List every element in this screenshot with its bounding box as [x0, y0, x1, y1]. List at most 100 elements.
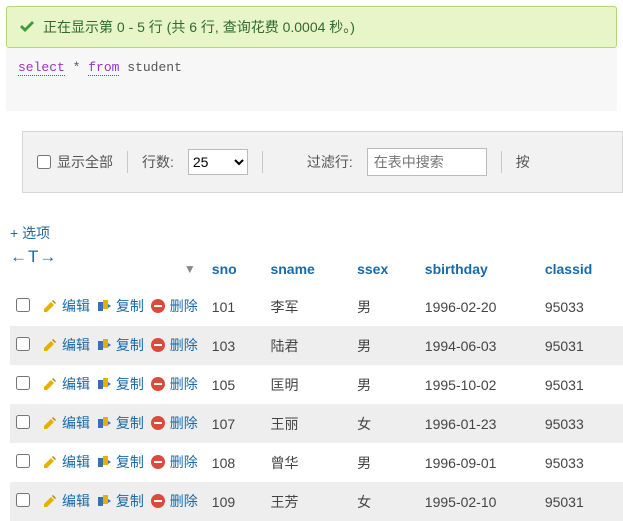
pencil-icon	[42, 415, 58, 431]
cell-sbirthday: 1996-02-20	[419, 287, 539, 326]
pencil-icon	[42, 376, 58, 392]
row-checkbox[interactable]	[16, 493, 30, 507]
row-checkbox[interactable]	[16, 454, 30, 468]
copy-label: 复制	[116, 413, 144, 433]
col-classid[interactable]: classid	[539, 253, 623, 287]
table-row: 编辑 复制 删除105匡明男1995-10-0295031	[10, 365, 623, 404]
col-sno[interactable]: sno	[206, 253, 265, 287]
show-all-control[interactable]: 显示全部	[37, 152, 113, 172]
cell-classid: 95033	[539, 443, 623, 482]
delete-label: 删除	[170, 296, 198, 316]
header-actions: ▼	[36, 253, 206, 287]
copy-button[interactable]: 复制	[96, 491, 144, 511]
toolbar: 显示全部 行数: 25 过滤行: 按	[22, 131, 623, 193]
toolbar-sep-2	[262, 151, 263, 173]
rows-select[interactable]: 25	[188, 149, 248, 175]
sort-icon[interactable]: ▼	[184, 262, 196, 276]
table-row: 编辑 复制 删除107王丽女1996-01-2395033	[10, 404, 623, 443]
show-all-checkbox[interactable]	[37, 155, 51, 169]
cell-sname: 王芳	[264, 482, 351, 521]
sql-keyword-from: from	[88, 60, 119, 76]
sql-keyword-select: select	[18, 60, 65, 76]
edit-label: 编辑	[62, 413, 90, 433]
edit-button[interactable]: 编辑	[42, 296, 90, 316]
copy-icon	[96, 376, 112, 392]
cell-sbirthday: 1995-02-10	[419, 482, 539, 521]
col-sname[interactable]: sname	[264, 253, 351, 287]
col-ssex[interactable]: ssex	[351, 253, 419, 287]
copy-icon	[96, 493, 112, 509]
delete-label: 删除	[170, 413, 198, 433]
copy-button[interactable]: 复制	[96, 452, 144, 472]
delete-button[interactable]: 删除	[150, 374, 198, 394]
column-modifier[interactable]: ←T→	[10, 247, 57, 267]
delete-label: 删除	[170, 335, 198, 355]
cell-classid: 95033	[539, 287, 623, 326]
row-checkbox[interactable]	[16, 298, 30, 312]
edit-button[interactable]: 编辑	[42, 491, 90, 511]
options-toggle[interactable]: + 选项	[10, 223, 623, 243]
copy-label: 复制	[116, 491, 144, 511]
table-row: 编辑 复制 删除109王芳女1995-02-1095031	[10, 482, 623, 521]
copy-button[interactable]: 复制	[96, 413, 144, 433]
edit-button[interactable]: 编辑	[42, 374, 90, 394]
edit-label: 编辑	[62, 374, 90, 394]
cell-ssex: 男	[351, 326, 419, 365]
check-icon	[19, 19, 35, 35]
copy-button[interactable]: 复制	[96, 374, 144, 394]
cell-sname: 王丽	[264, 404, 351, 443]
cell-sname: 李军	[264, 287, 351, 326]
sql-star: *	[73, 60, 81, 75]
cell-sno: 101	[206, 287, 265, 326]
copy-label: 复制	[116, 296, 144, 316]
cell-classid: 95033	[539, 404, 623, 443]
delete-button[interactable]: 删除	[150, 413, 198, 433]
row-checkbox[interactable]	[16, 376, 30, 390]
toolbar-trailing: 按	[516, 152, 530, 172]
cell-sbirthday: 1995-10-02	[419, 365, 539, 404]
table-row: 编辑 复制 删除103陆君男1994-06-0395031	[10, 326, 623, 365]
copy-button[interactable]: 复制	[96, 335, 144, 355]
filter-input[interactable]	[367, 148, 487, 176]
cell-sbirthday: 1996-01-23	[419, 404, 539, 443]
cell-classid: 95031	[539, 482, 623, 521]
edit-button[interactable]: 编辑	[42, 335, 90, 355]
copy-label: 复制	[116, 452, 144, 472]
copy-icon	[96, 454, 112, 470]
cell-classid: 95031	[539, 365, 623, 404]
edit-button[interactable]: 编辑	[42, 452, 90, 472]
cell-sbirthday: 1996-09-01	[419, 443, 539, 482]
row-checkbox[interactable]	[16, 415, 30, 429]
copy-icon	[96, 298, 112, 314]
delete-icon	[150, 337, 166, 353]
delete-button[interactable]: 删除	[150, 335, 198, 355]
cell-sname: 陆君	[264, 326, 351, 365]
delete-label: 删除	[170, 491, 198, 511]
cell-sno: 108	[206, 443, 265, 482]
delete-button[interactable]: 删除	[150, 296, 198, 316]
delete-icon	[150, 454, 166, 470]
cell-sno: 105	[206, 365, 265, 404]
copy-label: 复制	[116, 335, 144, 355]
cell-ssex: 男	[351, 287, 419, 326]
toolbar-sep-1	[127, 151, 128, 173]
edit-button[interactable]: 编辑	[42, 413, 90, 433]
filter-label: 过滤行:	[307, 152, 353, 172]
delete-button[interactable]: 删除	[150, 452, 198, 472]
cell-ssex: 女	[351, 404, 419, 443]
pencil-icon	[42, 493, 58, 509]
toolbar-sep-3	[501, 151, 502, 173]
edit-label: 编辑	[62, 335, 90, 355]
rows-label: 行数:	[142, 152, 174, 172]
show-all-label: 显示全部	[57, 152, 113, 172]
edit-label: 编辑	[62, 296, 90, 316]
row-checkbox[interactable]	[16, 337, 30, 351]
cell-sno: 103	[206, 326, 265, 365]
cell-ssex: 男	[351, 443, 419, 482]
edit-label: 编辑	[62, 452, 90, 472]
col-sbirthday[interactable]: sbirthday	[419, 253, 539, 287]
table-row: 编辑 复制 删除108曾华男1996-09-0195033	[10, 443, 623, 482]
copy-button[interactable]: 复制	[96, 296, 144, 316]
cell-sbirthday: 1994-06-03	[419, 326, 539, 365]
delete-button[interactable]: 删除	[150, 491, 198, 511]
